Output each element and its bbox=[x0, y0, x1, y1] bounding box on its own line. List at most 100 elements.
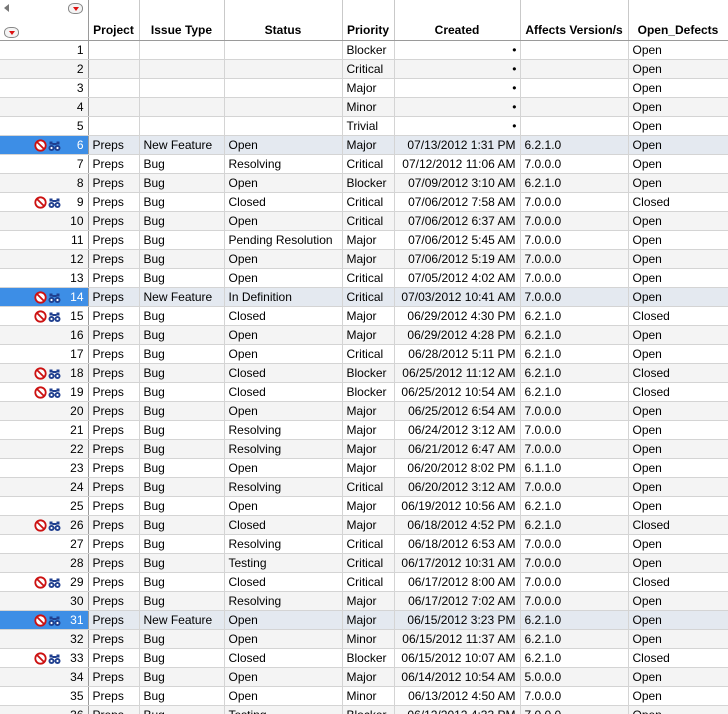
table-row[interactable]: 36 PrepsBugTestingBlocker06/12/2012 4:33 … bbox=[0, 705, 728, 714]
row-number[interactable]: 17 bbox=[0, 344, 89, 364]
cell-status: Open bbox=[224, 344, 343, 364]
table-row[interactable]: 9 Preps Bug Closed Critical 07/06/2012 7:58 A… bbox=[0, 192, 728, 212]
table-row[interactable]: 29 Preps Bug Closed Critical 06/17/2012 8:00 … bbox=[0, 572, 728, 592]
data-grid: Project Issue Type Status Priority Creat… bbox=[0, 0, 728, 714]
row-number[interactable]: 27 bbox=[0, 534, 89, 554]
row-number[interactable]: 34 bbox=[0, 667, 89, 687]
cell-issue-type: Bug bbox=[139, 268, 225, 288]
table-row[interactable]: 19 Preps Bug Closed Blocker 06/25/2012 10:54 … bbox=[0, 382, 728, 402]
cell-created: 06/20/2012 8:02 PM bbox=[394, 458, 521, 478]
column-header-project[interactable]: Project bbox=[88, 0, 140, 41]
table-row[interactable]: 28 Preps Bug Testing Critical 06/17/2012 10:3… bbox=[0, 553, 728, 573]
row-number[interactable]: 12 bbox=[0, 249, 89, 269]
row-state-icons bbox=[34, 518, 61, 532]
row-number[interactable]: 33 bbox=[0, 648, 89, 668]
table-row[interactable]: 18 Preps Bug Closed Blocker 06/25/2012 11:12 … bbox=[0, 363, 728, 383]
column-header-priority[interactable]: Priority bbox=[342, 0, 395, 41]
table-row[interactable]: 23 Preps Bug Open Major 06/20/2012 8:02 PM 6.1… bbox=[0, 458, 728, 478]
cell-affects-version: 6.2.1.0 bbox=[520, 325, 629, 345]
table-row[interactable]: 31 Preps New Feature Open Major 06/15/2012 3:… bbox=[0, 610, 728, 630]
table-row[interactable]: 1 Blocker • Open bbox=[0, 40, 728, 60]
row-number[interactable]: 7 bbox=[0, 154, 89, 174]
table-row[interactable]: 21 Preps Bug Resolving Major 06/24/2012 3:12 … bbox=[0, 420, 728, 440]
table-row[interactable]: 34 Preps Bug Open Major 06/14/2012 10:54 AM 5.… bbox=[0, 667, 728, 687]
row-number[interactable]: 18 bbox=[0, 363, 89, 383]
row-number[interactable]: 1 bbox=[0, 40, 89, 60]
row-number[interactable]: 15 bbox=[0, 306, 89, 326]
column-header-status[interactable]: Status bbox=[224, 0, 343, 41]
row-number[interactable]: 22 bbox=[0, 439, 89, 459]
cell-issue-type: Bug bbox=[139, 154, 225, 174]
row-state-icons bbox=[34, 575, 61, 589]
table-row[interactable]: 14 Preps New Feature In Definition Critical 0… bbox=[0, 287, 728, 307]
table-row[interactable]: 4 Minor • Open bbox=[0, 97, 728, 117]
cell-priority: Critical bbox=[342, 572, 395, 592]
table-row[interactable]: 33 Preps Bug Closed Blocker 06/15/2012 10:07 … bbox=[0, 648, 728, 668]
table-row[interactable]: 13 Preps Bug Open Critical 07/05/2012 4:02 AM… bbox=[0, 268, 728, 288]
table-row[interactable]: 30 Preps Bug Resolving Major 06/17/2012 7:02 … bbox=[0, 591, 728, 611]
table-row[interactable]: 12 Preps Bug Open Major 07/06/2012 5:19 AM 7.0… bbox=[0, 249, 728, 269]
row-number[interactable]: 9 bbox=[0, 192, 89, 212]
cell-issue-type: Bug bbox=[139, 382, 225, 402]
row-number[interactable]: 16 bbox=[0, 325, 89, 345]
cell-issue-type: Bug bbox=[139, 496, 225, 516]
table-row[interactable]: 32 Preps Bug Open Minor 06/15/2012 11:37 AM 6.… bbox=[0, 629, 728, 649]
row-number[interactable]: 25 bbox=[0, 496, 89, 516]
table-row[interactable]: 3 Major • Open bbox=[0, 78, 728, 98]
row-number[interactable]: 6 bbox=[0, 135, 89, 155]
table-row[interactable]: 6 Preps New Feature Open Major 07/13/2012 1:3… bbox=[0, 135, 728, 155]
row-number[interactable]: 32 bbox=[0, 629, 89, 649]
column-header-affects-version[interactable]: Affects Version/s bbox=[520, 0, 629, 41]
table-row[interactable]: 2 Critical • Open bbox=[0, 59, 728, 79]
cell-open-defects: Open bbox=[628, 477, 728, 497]
row-number[interactable]: 10 bbox=[0, 211, 89, 231]
row-number[interactable]: 31 bbox=[0, 610, 89, 630]
row-number[interactable]: 14 bbox=[0, 287, 89, 307]
table-row[interactable]: 15 Preps Bug Closed Major 06/29/2012 4:30 PM 6… bbox=[0, 306, 728, 326]
row-number[interactable]: 28 bbox=[0, 553, 89, 573]
cell-priority: Major bbox=[342, 420, 395, 440]
row-number[interactable]: 8 bbox=[0, 173, 89, 193]
row-number[interactable]: 4 bbox=[0, 97, 89, 117]
row-number[interactable]: 36 bbox=[0, 705, 89, 714]
collapse-arrow-icon[interactable] bbox=[4, 4, 9, 12]
table-row[interactable]: 22 Preps Bug Resolving Major 06/21/2012 6:47 … bbox=[0, 439, 728, 459]
column-header-open-defects[interactable]: Open_Defects bbox=[628, 0, 728, 41]
table-row[interactable]: 20 Preps Bug Open Major 06/25/2012 6:54 AM 7.0… bbox=[0, 401, 728, 421]
table-row[interactable]: 16 Preps Bug Open Major 06/29/2012 4:28 PM 6.2… bbox=[0, 325, 728, 345]
row-number[interactable]: 30 bbox=[0, 591, 89, 611]
table-row[interactable]: 25 Preps Bug Open Major 06/19/2012 10:56 AM 6.… bbox=[0, 496, 728, 516]
row-number[interactable]: 3 bbox=[0, 78, 89, 98]
column-header-created[interactable]: Created bbox=[394, 0, 521, 41]
cell-created: 06/29/2012 4:28 PM bbox=[394, 325, 521, 345]
table-row[interactable]: 11 Preps Bug Pending Resolution Major 07/06/2… bbox=[0, 230, 728, 250]
table-row[interactable]: 17 Preps Bug Open Critical 06/28/2012 5:11 PM… bbox=[0, 344, 728, 364]
row-number[interactable]: 24 bbox=[0, 477, 89, 497]
table-row[interactable]: 27 Preps Bug Resolving Critical 06/18/2012 6:… bbox=[0, 534, 728, 554]
table-row[interactable]: 7 Preps Bug Resolving Critical 07/12/2012 11:… bbox=[0, 154, 728, 174]
table-row[interactable]: 24 Preps Bug Resolving Critical 06/20/2012 3:… bbox=[0, 477, 728, 497]
row-number[interactable]: 29 bbox=[0, 572, 89, 592]
row-number[interactable]: 35 bbox=[0, 686, 89, 706]
row-number[interactable]: 19 bbox=[0, 382, 89, 402]
table-row[interactable]: 10 Preps Bug Open Critical 07/06/2012 6:37 AM… bbox=[0, 211, 728, 231]
rows-menu-triangle-icon[interactable] bbox=[4, 27, 19, 38]
cell-priority: Critical bbox=[342, 287, 395, 307]
cell-status: Resolving bbox=[224, 534, 343, 554]
cell-status: Open bbox=[224, 268, 343, 288]
table-row[interactable]: 26 Preps Bug Closed Major 06/18/2012 4:52 PM 6… bbox=[0, 515, 728, 535]
row-number[interactable]: 11 bbox=[0, 230, 89, 250]
table-row[interactable]: 35 Preps Bug Open Minor 06/13/2012 4:50 AM 7.0… bbox=[0, 686, 728, 706]
table-row[interactable]: 8 Preps Bug Open Blocker 07/09/2012 3:10 AM 6.… bbox=[0, 173, 728, 193]
row-number[interactable]: 2 bbox=[0, 59, 89, 79]
row-number[interactable]: 5 bbox=[0, 116, 89, 136]
row-number[interactable]: 26 bbox=[0, 515, 89, 535]
cell-open-defects: Closed bbox=[628, 382, 728, 402]
row-number[interactable]: 23 bbox=[0, 458, 89, 478]
row-number[interactable]: 20 bbox=[0, 401, 89, 421]
table-row[interactable]: 5 Trivial • Open bbox=[0, 116, 728, 136]
column-header-issue-type[interactable]: Issue Type bbox=[139, 0, 225, 41]
row-number[interactable]: 13 bbox=[0, 268, 89, 288]
row-number[interactable]: 21 bbox=[0, 420, 89, 440]
columns-menu-triangle-icon[interactable] bbox=[68, 3, 83, 14]
